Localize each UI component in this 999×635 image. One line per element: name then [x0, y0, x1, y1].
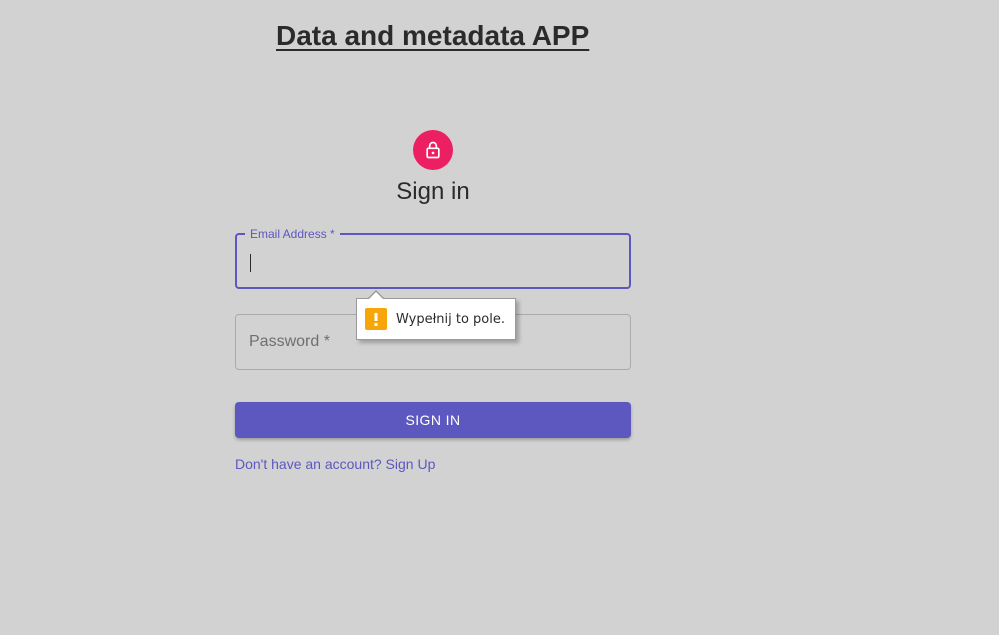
- app-title: Data and metadata APP: [276, 20, 590, 51]
- warning-icon: [365, 308, 387, 330]
- tooltip-arrow-fill: [368, 292, 384, 300]
- email-field[interactable]: Email Address *: [235, 227, 631, 289]
- sign-in-button[interactable]: SIGN IN: [235, 402, 631, 438]
- email-input[interactable]: [249, 235, 619, 287]
- validation-tooltip: Wypełnij to pole.: [356, 290, 516, 340]
- lock-avatar: [413, 130, 453, 170]
- sign-in-heading: Sign in: [396, 178, 470, 205]
- sign-up-link[interactable]: Don't have an account? Sign Up: [235, 456, 435, 472]
- text-caret: [250, 254, 251, 272]
- lock-icon: [426, 141, 440, 159]
- validation-message: Wypełnij to pole.: [396, 311, 505, 327]
